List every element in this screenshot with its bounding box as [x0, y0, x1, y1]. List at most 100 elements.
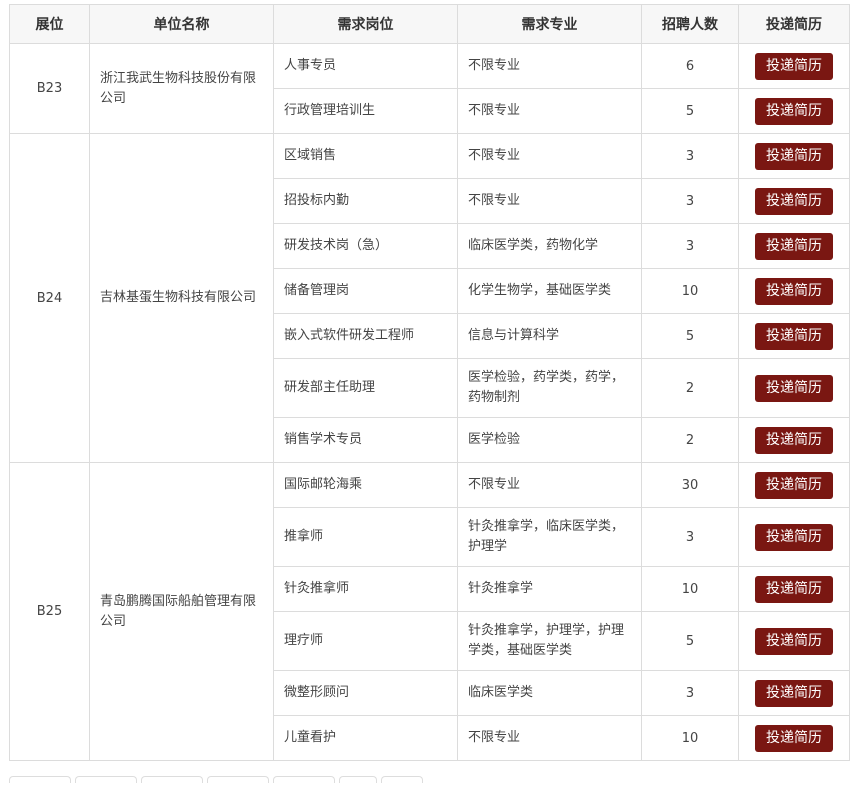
major-cell: 医学检验，药学类，药学，药物制剂	[457, 358, 642, 418]
position-cell: 针灸推拿师	[273, 566, 458, 612]
table-row: B25 青岛鹏腾国际船舶管理有限公司 国际邮轮海乘 不限专业 30 投递简历	[9, 462, 850, 761]
position-cell: 研发部主任助理	[273, 358, 458, 418]
count-cell: 2	[641, 358, 739, 418]
pager-tab[interactable]	[207, 776, 269, 783]
apply-cell: 投递简历	[738, 43, 850, 89]
apply-resume-button[interactable]: 投递简历	[755, 426, 833, 454]
count-cell: 3	[641, 670, 739, 716]
apply-resume-button[interactable]: 投递简历	[755, 627, 833, 655]
apply-cell: 投递简历	[738, 133, 850, 179]
pager-tab[interactable]	[339, 776, 377, 783]
apply-resume-button[interactable]: 投递简历	[755, 142, 833, 170]
apply-resume-button[interactable]: 投递简历	[755, 679, 833, 707]
position-cell: 人事专员	[273, 43, 458, 89]
pager-tab[interactable]	[75, 776, 137, 783]
position-cell: 儿童看护	[273, 715, 458, 761]
apply-cell: 投递简历	[738, 715, 850, 761]
position-cell: 行政管理培训生	[273, 88, 458, 134]
apply-resume-button[interactable]: 投递简历	[755, 523, 833, 551]
pager-tab[interactable]	[141, 776, 203, 783]
count-cell: 2	[641, 417, 739, 463]
major-cell: 不限专业	[457, 462, 642, 508]
header-count: 招聘人数	[641, 4, 739, 44]
position-cell: 嵌入式软件研发工程师	[273, 313, 458, 359]
count-cell: 10	[641, 715, 739, 761]
apply-resume-button[interactable]: 投递简历	[755, 232, 833, 260]
header-company: 单位名称	[89, 4, 274, 44]
apply-cell: 投递简历	[738, 223, 850, 269]
apply-resume-button[interactable]: 投递简历	[755, 724, 833, 752]
table-row: B23 浙江我武生物科技股份有限公司 人事专员 不限专业 6 投递简历	[9, 43, 850, 134]
major-cell: 临床医学类	[457, 670, 642, 716]
count-cell: 5	[641, 313, 739, 359]
apply-cell: 投递简历	[738, 462, 850, 508]
pager-tab[interactable]	[273, 776, 335, 783]
position-cell: 招投标内勤	[273, 178, 458, 224]
apply-resume-button[interactable]: 投递简历	[755, 322, 833, 350]
count-cell: 10	[641, 566, 739, 612]
major-cell: 针灸推拿学，护理学，护理学类，基础医学类	[457, 611, 642, 671]
recruitment-table: 展位 单位名称 需求岗位 需求专业 招聘人数 投递简历 B23 浙江我武生物科技…	[9, 4, 850, 761]
apply-cell: 投递简历	[738, 88, 850, 134]
apply-resume-button[interactable]: 投递简历	[755, 575, 833, 603]
table-header-row: 展位 单位名称 需求岗位 需求专业 招聘人数 投递简历	[9, 4, 850, 44]
major-cell: 不限专业	[457, 88, 642, 134]
pagination-bar-partial	[9, 768, 849, 783]
apply-cell: 投递简历	[738, 313, 850, 359]
major-cell: 化学生物学，基础医学类	[457, 268, 642, 314]
major-cell: 不限专业	[457, 178, 642, 224]
major-cell: 不限专业	[457, 133, 642, 179]
pager-tab[interactable]	[9, 776, 71, 783]
position-cell: 微整形顾问	[273, 670, 458, 716]
apply-cell: 投递简历	[738, 358, 850, 418]
major-cell: 针灸推拿学	[457, 566, 642, 612]
apply-resume-button[interactable]: 投递简历	[755, 277, 833, 305]
major-cell: 临床医学类，药物化学	[457, 223, 642, 269]
apply-cell: 投递简历	[738, 178, 850, 224]
count-cell: 3	[641, 507, 739, 567]
company-name-cell: 浙江我武生物科技股份有限公司	[89, 43, 274, 134]
position-cell: 销售学术专员	[273, 417, 458, 463]
page: 展位 单位名称 需求岗位 需求专业 招聘人数 投递简历 B23 浙江我武生物科技…	[0, 0, 860, 783]
count-cell: 6	[641, 43, 739, 89]
apply-cell: 投递简历	[738, 507, 850, 567]
position-cell: 理疗师	[273, 611, 458, 671]
apply-resume-button[interactable]: 投递简历	[755, 187, 833, 215]
header-position: 需求岗位	[273, 4, 458, 44]
count-cell: 10	[641, 268, 739, 314]
position-cell: 储备管理岗	[273, 268, 458, 314]
apply-cell: 投递简历	[738, 268, 850, 314]
apply-resume-button[interactable]: 投递简历	[755, 471, 833, 499]
major-cell: 信息与计算科学	[457, 313, 642, 359]
apply-cell: 投递简历	[738, 566, 850, 612]
count-cell: 30	[641, 462, 739, 508]
position-cell: 研发技术岗（急）	[273, 223, 458, 269]
booth-cell: B24	[9, 133, 90, 463]
apply-cell: 投递简历	[738, 417, 850, 463]
count-cell: 3	[641, 223, 739, 269]
count-cell: 5	[641, 88, 739, 134]
booth-cell: B23	[9, 43, 90, 134]
apply-cell: 投递简历	[738, 611, 850, 671]
header-booth: 展位	[9, 4, 90, 44]
company-name-cell: 青岛鹏腾国际船舶管理有限公司	[89, 462, 274, 761]
major-cell: 针灸推拿学，临床医学类，护理学	[457, 507, 642, 567]
booth-cell: B25	[9, 462, 90, 761]
position-cell: 推拿师	[273, 507, 458, 567]
major-cell: 医学检验	[457, 417, 642, 463]
position-cell: 国际邮轮海乘	[273, 462, 458, 508]
count-cell: 3	[641, 178, 739, 224]
header-apply: 投递简历	[738, 4, 850, 44]
apply-resume-button[interactable]: 投递简历	[755, 52, 833, 80]
position-cell: 区域销售	[273, 133, 458, 179]
count-cell: 5	[641, 611, 739, 671]
table-row: B24 吉林基蛋生物科技有限公司 区域销售 不限专业 3 投递简历	[9, 133, 850, 463]
count-cell: 3	[641, 133, 739, 179]
apply-resume-button[interactable]: 投递简历	[755, 374, 833, 402]
apply-resume-button[interactable]: 投递简历	[755, 97, 833, 125]
company-name-cell: 吉林基蛋生物科技有限公司	[89, 133, 274, 463]
major-cell: 不限专业	[457, 715, 642, 761]
major-cell: 不限专业	[457, 43, 642, 89]
pager-tab[interactable]	[381, 776, 423, 783]
header-major: 需求专业	[457, 4, 642, 44]
